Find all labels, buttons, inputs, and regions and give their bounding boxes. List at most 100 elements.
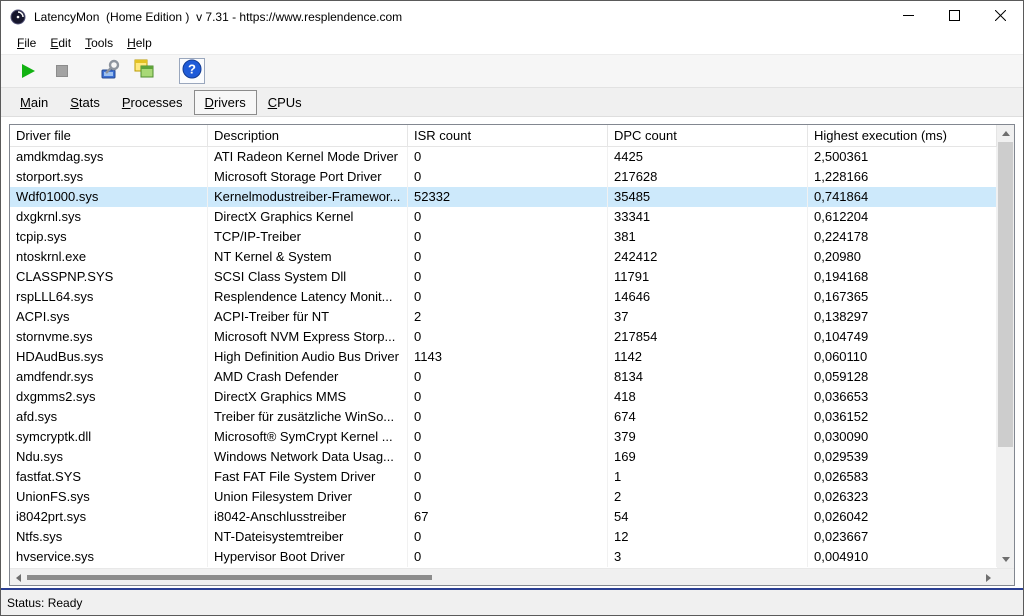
menu-help[interactable]: Help: [120, 34, 159, 52]
column-header[interactable]: Highest execution (ms): [808, 125, 997, 146]
start-monitor-button[interactable]: [15, 58, 41, 84]
horizontal-scrollbar-row: [10, 568, 1014, 585]
help-icon: ?: [182, 59, 202, 84]
stop-icon: [56, 65, 68, 77]
table-row[interactable]: amdkmdag.sysATI Radeon Kernel Mode Drive…: [10, 147, 997, 167]
tools-button[interactable]: [97, 58, 123, 84]
table-cell: 0: [408, 387, 608, 407]
table-row[interactable]: fastfat.SYSFast FAT File System Driver01…: [10, 467, 997, 487]
table-cell: AMD Crash Defender: [208, 367, 408, 387]
table-cell: 11791: [608, 267, 808, 287]
table-cell: Union Filesystem Driver: [208, 487, 408, 507]
table-cell: Ntfs.sys: [10, 527, 208, 547]
table-cell: 0: [408, 527, 608, 547]
tab-drivers[interactable]: Drivers: [194, 90, 257, 115]
table-row[interactable]: symcryptk.dllMicrosoft® SymCrypt Kernel …: [10, 427, 997, 447]
menu-file[interactable]: File: [10, 34, 43, 52]
table-cell: 0: [408, 167, 608, 187]
table-cell: Microsoft® SymCrypt Kernel ...: [208, 427, 408, 447]
table-cell: 0,026042: [808, 507, 997, 527]
table-cell: hvservice.sys: [10, 547, 208, 567]
table-row[interactable]: dxgmms2.sysDirectX Graphics MMS04180,036…: [10, 387, 997, 407]
table-cell: NT Kernel & System: [208, 247, 408, 267]
table-row[interactable]: i8042prt.sysi8042-Anschlusstreiber67540,…: [10, 507, 997, 527]
maximize-button[interactable]: [931, 1, 977, 32]
horizontal-scrollbar[interactable]: [10, 569, 997, 585]
tab-processes[interactable]: Processes: [111, 90, 194, 115]
table-row[interactable]: CLASSPNP.SYSSCSI Class System Dll0117910…: [10, 267, 997, 287]
table-cell: 0: [408, 487, 608, 507]
table-row[interactable]: amdfendr.sysAMD Crash Defender081340,059…: [10, 367, 997, 387]
table-row[interactable]: rspLLL64.sysResplendence Latency Monit..…: [10, 287, 997, 307]
table-cell: 14646: [608, 287, 808, 307]
table-row[interactable]: Wdf01000.sysKernelmodustreiber-Framewor.…: [10, 187, 997, 207]
table-cell: 0: [408, 407, 608, 427]
table-row[interactable]: HDAudBus.sysHigh Definition Audio Bus Dr…: [10, 347, 997, 367]
table-cell: 2,500361: [808, 147, 997, 167]
table-cell: 12: [608, 527, 808, 547]
tab-cpus[interactable]: CPUs: [257, 90, 313, 115]
table-row[interactable]: ntoskrnl.exeNT Kernel & System02424120,2…: [10, 247, 997, 267]
table-cell: 418: [608, 387, 808, 407]
table-row[interactable]: hvservice.sysHypervisor Boot Driver030,0…: [10, 547, 997, 567]
table-cell: 217854: [608, 327, 808, 347]
vertical-scrollbar-thumb[interactable]: [998, 142, 1013, 447]
table-row[interactable]: afd.sysTreiber für zusätzliche WinSo...0…: [10, 407, 997, 427]
scroll-down-button[interactable]: [997, 551, 1014, 568]
minimize-button[interactable]: [885, 1, 931, 32]
table-cell: DirectX Graphics Kernel: [208, 207, 408, 227]
table-cell: stornvme.sys: [10, 327, 208, 347]
app-icon: [10, 9, 26, 25]
toolbar: ?: [1, 54, 1023, 88]
column-header[interactable]: DPC count: [608, 125, 808, 146]
column-header[interactable]: Description: [208, 125, 408, 146]
table-row[interactable]: Ntfs.sysNT-Dateisystemtreiber0120,023667: [10, 527, 997, 547]
table-cell: 1,228166: [808, 167, 997, 187]
table-cell: 0,026583: [808, 467, 997, 487]
table-cell: Kernelmodustreiber-Framewor...: [208, 187, 408, 207]
table-cell: 0: [408, 267, 608, 287]
menu-tools[interactable]: Tools: [78, 34, 120, 52]
table-row[interactable]: ACPI.sysACPI-Treiber für NT2370,138297: [10, 307, 997, 327]
scroll-up-button[interactable]: [997, 125, 1014, 142]
table-cell: 0: [408, 547, 608, 567]
vertical-scrollbar-track[interactable]: [997, 447, 1014, 551]
svg-text:?: ?: [188, 61, 196, 76]
help-button[interactable]: ?: [179, 58, 205, 84]
table-row[interactable]: UnionFS.sysUnion Filesystem Driver020,02…: [10, 487, 997, 507]
close-button[interactable]: [977, 1, 1023, 32]
horizontal-scrollbar-thumb[interactable]: [27, 575, 432, 580]
table-cell: 3: [608, 547, 808, 567]
table-cell: i8042-Anschlusstreiber: [208, 507, 408, 527]
tab-stats[interactable]: Stats: [59, 90, 111, 115]
table-cell: amdfendr.sys: [10, 367, 208, 387]
stop-monitor-button[interactable]: [49, 58, 75, 84]
table-cell: High Definition Audio Bus Driver: [208, 347, 408, 367]
table-cell: 67: [408, 507, 608, 527]
table-cell: 0,026323: [808, 487, 997, 507]
table-cell: 4425: [608, 147, 808, 167]
table-cell: 0: [408, 147, 608, 167]
menu-edit[interactable]: Edit: [43, 34, 78, 52]
table-cell: dxgkrnl.sys: [10, 207, 208, 227]
column-header[interactable]: Driver file: [10, 125, 208, 146]
table-cell: 0,194168: [808, 267, 997, 287]
table-row[interactable]: stornvme.sysMicrosoft NVM Express Storp.…: [10, 327, 997, 347]
window-type-button[interactable]: [131, 58, 157, 84]
table-cell: 0,059128: [808, 367, 997, 387]
scroll-right-button[interactable]: [980, 569, 997, 586]
table-cell: fastfat.SYS: [10, 467, 208, 487]
arrow-up-icon: [1002, 131, 1010, 136]
vertical-scrollbar[interactable]: [997, 125, 1014, 568]
column-header[interactable]: ISR count: [408, 125, 608, 146]
table-cell: 0,023667: [808, 527, 997, 547]
table-row[interactable]: dxgkrnl.sysDirectX Graphics Kernel033341…: [10, 207, 997, 227]
table-cell: storport.sys: [10, 167, 208, 187]
table-cell: ATI Radeon Kernel Mode Driver: [208, 147, 408, 167]
scroll-left-button[interactable]: [10, 569, 27, 586]
table-row[interactable]: Ndu.sysWindows Network Data Usag...01690…: [10, 447, 997, 467]
table-cell: 0,741864: [808, 187, 997, 207]
table-row[interactable]: storport.sysMicrosoft Storage Port Drive…: [10, 167, 997, 187]
tab-main[interactable]: Main: [9, 90, 59, 115]
table-row[interactable]: tcpip.sysTCP/IP-Treiber03810,224178: [10, 227, 997, 247]
